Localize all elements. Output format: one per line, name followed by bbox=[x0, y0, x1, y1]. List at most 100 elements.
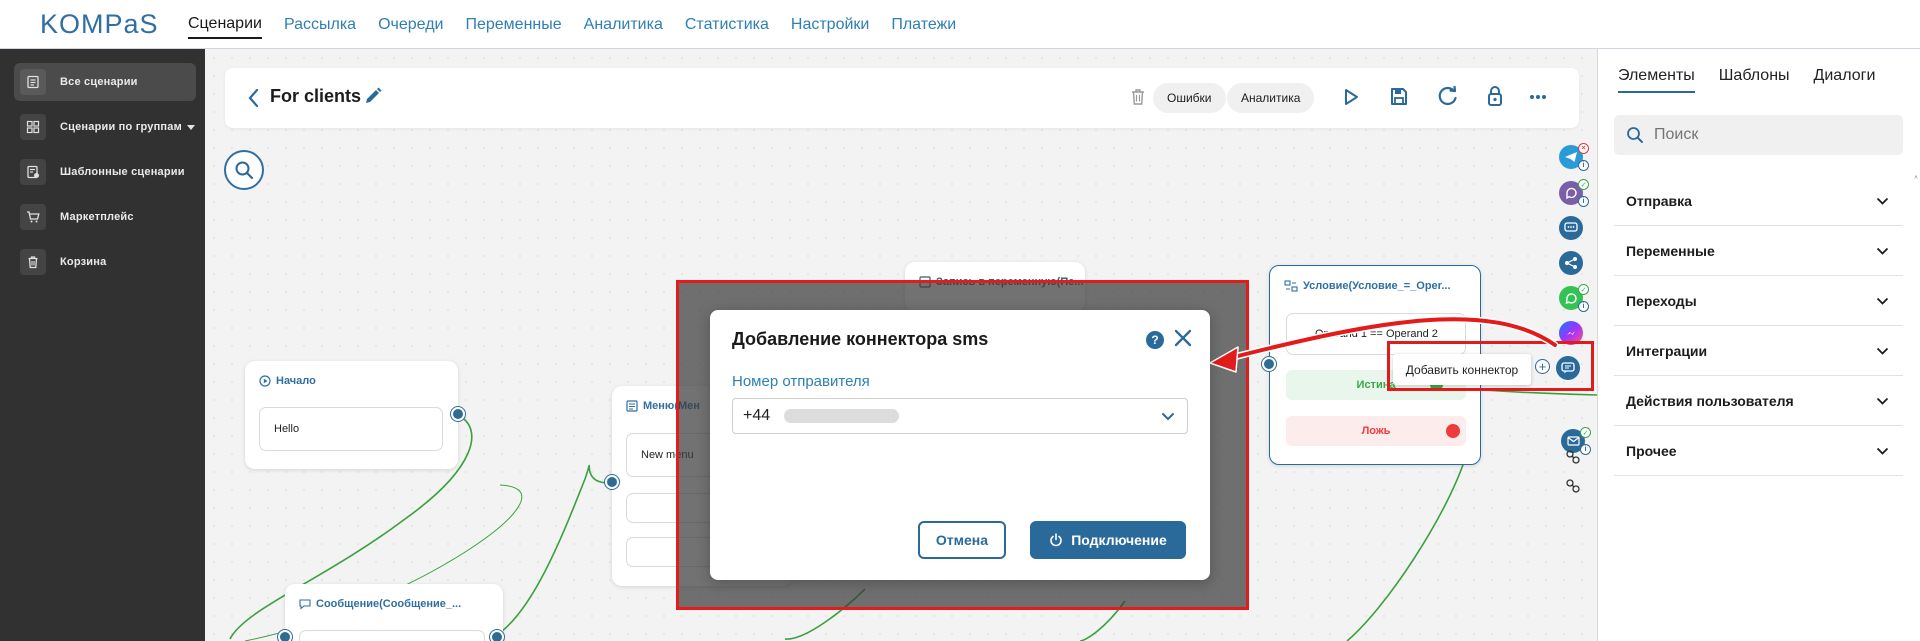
search-input[interactable] bbox=[1654, 126, 1894, 144]
section-label: Действия пользователя bbox=[1626, 392, 1794, 409]
nav-item-variables[interactable]: Переменные bbox=[465, 12, 561, 38]
nav-item-payments[interactable]: Платежи bbox=[891, 12, 956, 38]
pencil-icon[interactable] bbox=[363, 86, 383, 106]
zoom-search-button[interactable] bbox=[224, 150, 264, 190]
sender-number-value: +44 bbox=[743, 407, 771, 424]
sidebar-item-marketplace[interactable]: Маркетплейс bbox=[14, 198, 196, 236]
node-start[interactable]: Начало Hello bbox=[245, 361, 458, 469]
node-message-title: Сообщение(Сообщение_... bbox=[299, 598, 461, 610]
chevron-down-icon bbox=[1876, 447, 1889, 455]
section-variables[interactable]: Переменные bbox=[1614, 226, 1903, 276]
section-label: Отправка bbox=[1626, 192, 1692, 209]
node-start-field[interactable]: Hello bbox=[259, 407, 443, 451]
info-badge: i bbox=[1578, 301, 1589, 312]
nav-item-analytics[interactable]: Аналитика bbox=[584, 12, 663, 38]
chevron-down-icon bbox=[1876, 247, 1889, 255]
node-message[interactable]: Сообщение(Сообщение_... bbox=[285, 584, 503, 641]
errors-button[interactable]: Ошибки bbox=[1153, 83, 1226, 113]
integration-icon[interactable] bbox=[1561, 445, 1585, 469]
chevron-down-icon bbox=[1876, 297, 1889, 305]
redacted-number bbox=[784, 409, 900, 423]
more-icon[interactable] bbox=[1529, 94, 1547, 100]
nav-item-statistics[interactable]: Статистика bbox=[685, 12, 769, 38]
message-icon bbox=[299, 599, 311, 610]
node-message-field[interactable] bbox=[299, 630, 485, 641]
analytics-button[interactable]: Аналитика bbox=[1227, 83, 1315, 113]
trash-icon[interactable] bbox=[1130, 88, 1146, 106]
search-icon bbox=[235, 161, 254, 180]
refresh-icon[interactable] bbox=[1437, 86, 1459, 108]
viber-icon[interactable]: ✓ i bbox=[1559, 179, 1589, 207]
logo[interactable]: KOMPaS bbox=[40, 9, 159, 40]
scenario-title: For clients bbox=[270, 86, 362, 106]
trash-icon bbox=[20, 249, 46, 275]
node-menu-port[interactable] bbox=[605, 475, 619, 489]
play-icon[interactable] bbox=[1343, 88, 1359, 106]
nav-item-scenarios[interactable]: Сценарии bbox=[188, 11, 262, 39]
search-icon bbox=[1627, 127, 1643, 143]
integration-icon-2[interactable] bbox=[1561, 474, 1585, 498]
connect-button-label: Подключение bbox=[1071, 532, 1167, 548]
section-send[interactable]: Отправка bbox=[1614, 176, 1903, 226]
sidebar-item-all-scenarios[interactable]: Все сценарии bbox=[14, 63, 196, 101]
section-label: Прочее bbox=[1626, 442, 1677, 459]
chevron-down-icon bbox=[1876, 397, 1889, 405]
tab-dialogs[interactable]: Диалоги bbox=[1814, 67, 1876, 93]
tab-elements[interactable]: Элементы bbox=[1618, 67, 1695, 93]
node-condition-port[interactable] bbox=[1262, 357, 1276, 371]
node-condition-title-text: Условие(Условие_=_Oper... bbox=[1303, 280, 1451, 292]
sidebar-item-label: Сценарии по группам bbox=[60, 121, 182, 133]
section-label: Интеграции bbox=[1626, 342, 1708, 359]
node-start-port[interactable] bbox=[451, 407, 465, 421]
caret-down-icon[interactable] bbox=[186, 124, 195, 130]
node-start-title-text: Начало bbox=[276, 375, 316, 387]
chevron-down-icon bbox=[1162, 413, 1174, 421]
menu-list-icon bbox=[626, 400, 638, 412]
add-connector-modal: Добавление коннектора sms ? Номер отправ… bbox=[710, 310, 1210, 580]
section-other[interactable]: Прочее bbox=[1614, 426, 1903, 476]
status-ok-badge: ✓ bbox=[1580, 427, 1591, 438]
power-icon bbox=[1050, 533, 1062, 547]
chat-icon[interactable] bbox=[1559, 216, 1583, 240]
false-port[interactable] bbox=[1446, 424, 1460, 438]
section-user-actions[interactable]: Действия пользователя bbox=[1614, 376, 1903, 426]
share-icon[interactable] bbox=[1559, 251, 1583, 275]
help-icon[interactable]: ? bbox=[1146, 331, 1164, 349]
nav-item-queues[interactable]: Очереди bbox=[378, 12, 443, 38]
top-bar: KOMPaS Сценарии Рассылка Очереди Перемен… bbox=[0, 0, 1920, 49]
elements-panel: Элементы Шаблоны Диалоги Отправка Переме… bbox=[1597, 49, 1920, 641]
cancel-button[interactable]: Отмена bbox=[918, 521, 1006, 559]
nav-item-mailing[interactable]: Рассылка bbox=[284, 12, 356, 38]
section-label: Переходы bbox=[1626, 292, 1697, 309]
sidebar-item-trash[interactable]: Корзина bbox=[14, 243, 196, 281]
save-icon[interactable] bbox=[1389, 87, 1409, 107]
tab-templates[interactable]: Шаблоны bbox=[1719, 67, 1790, 93]
connect-button[interactable]: Подключение bbox=[1030, 521, 1186, 559]
sender-number-select[interactable]: +44 bbox=[732, 398, 1188, 434]
template-icon bbox=[20, 159, 46, 185]
cart-icon bbox=[20, 204, 46, 230]
top-nav: Сценарии Рассылка Очереди Переменные Ана… bbox=[188, 0, 978, 49]
close-icon[interactable] bbox=[1172, 327, 1194, 349]
condition-false-branch[interactable]: Ложь bbox=[1286, 416, 1466, 446]
nav-item-settings[interactable]: Настройки bbox=[791, 12, 869, 38]
scroll-up-icon[interactable] bbox=[1914, 173, 1918, 181]
sender-number-label: Номер отправителя bbox=[732, 373, 870, 390]
section-transitions[interactable]: Переходы bbox=[1614, 276, 1903, 326]
lock-icon[interactable] bbox=[1487, 85, 1503, 107]
section-integrations[interactable]: Интеграции bbox=[1614, 326, 1903, 376]
whatsapp-icon[interactable]: ✓ i bbox=[1559, 284, 1589, 312]
sidebar-item-groups[interactable]: Сценарии по группам bbox=[14, 108, 196, 146]
telegram-icon[interactable]: × i bbox=[1559, 143, 1589, 171]
add-connector-button[interactable]: + bbox=[1535, 359, 1550, 374]
node-condition-title: Условие(Условие_=_Oper... bbox=[1284, 280, 1451, 292]
grid-icon bbox=[20, 114, 46, 140]
sidebar: Все сценарии Сценарии по группам Шаблонн… bbox=[0, 49, 205, 641]
sidebar-item-templates[interactable]: Шаблонные сценарии bbox=[14, 153, 196, 191]
node-message-port-in[interactable] bbox=[278, 630, 292, 641]
sms-connector-icon[interactable] bbox=[1556, 356, 1580, 380]
node-message-port-out[interactable] bbox=[490, 630, 504, 641]
scenario-header: For clients Ошибки Аналитика bbox=[225, 68, 1579, 128]
back-arrow-icon[interactable] bbox=[247, 88, 259, 108]
panel-tabs: Элементы Шаблоны Диалоги bbox=[1618, 67, 1899, 93]
